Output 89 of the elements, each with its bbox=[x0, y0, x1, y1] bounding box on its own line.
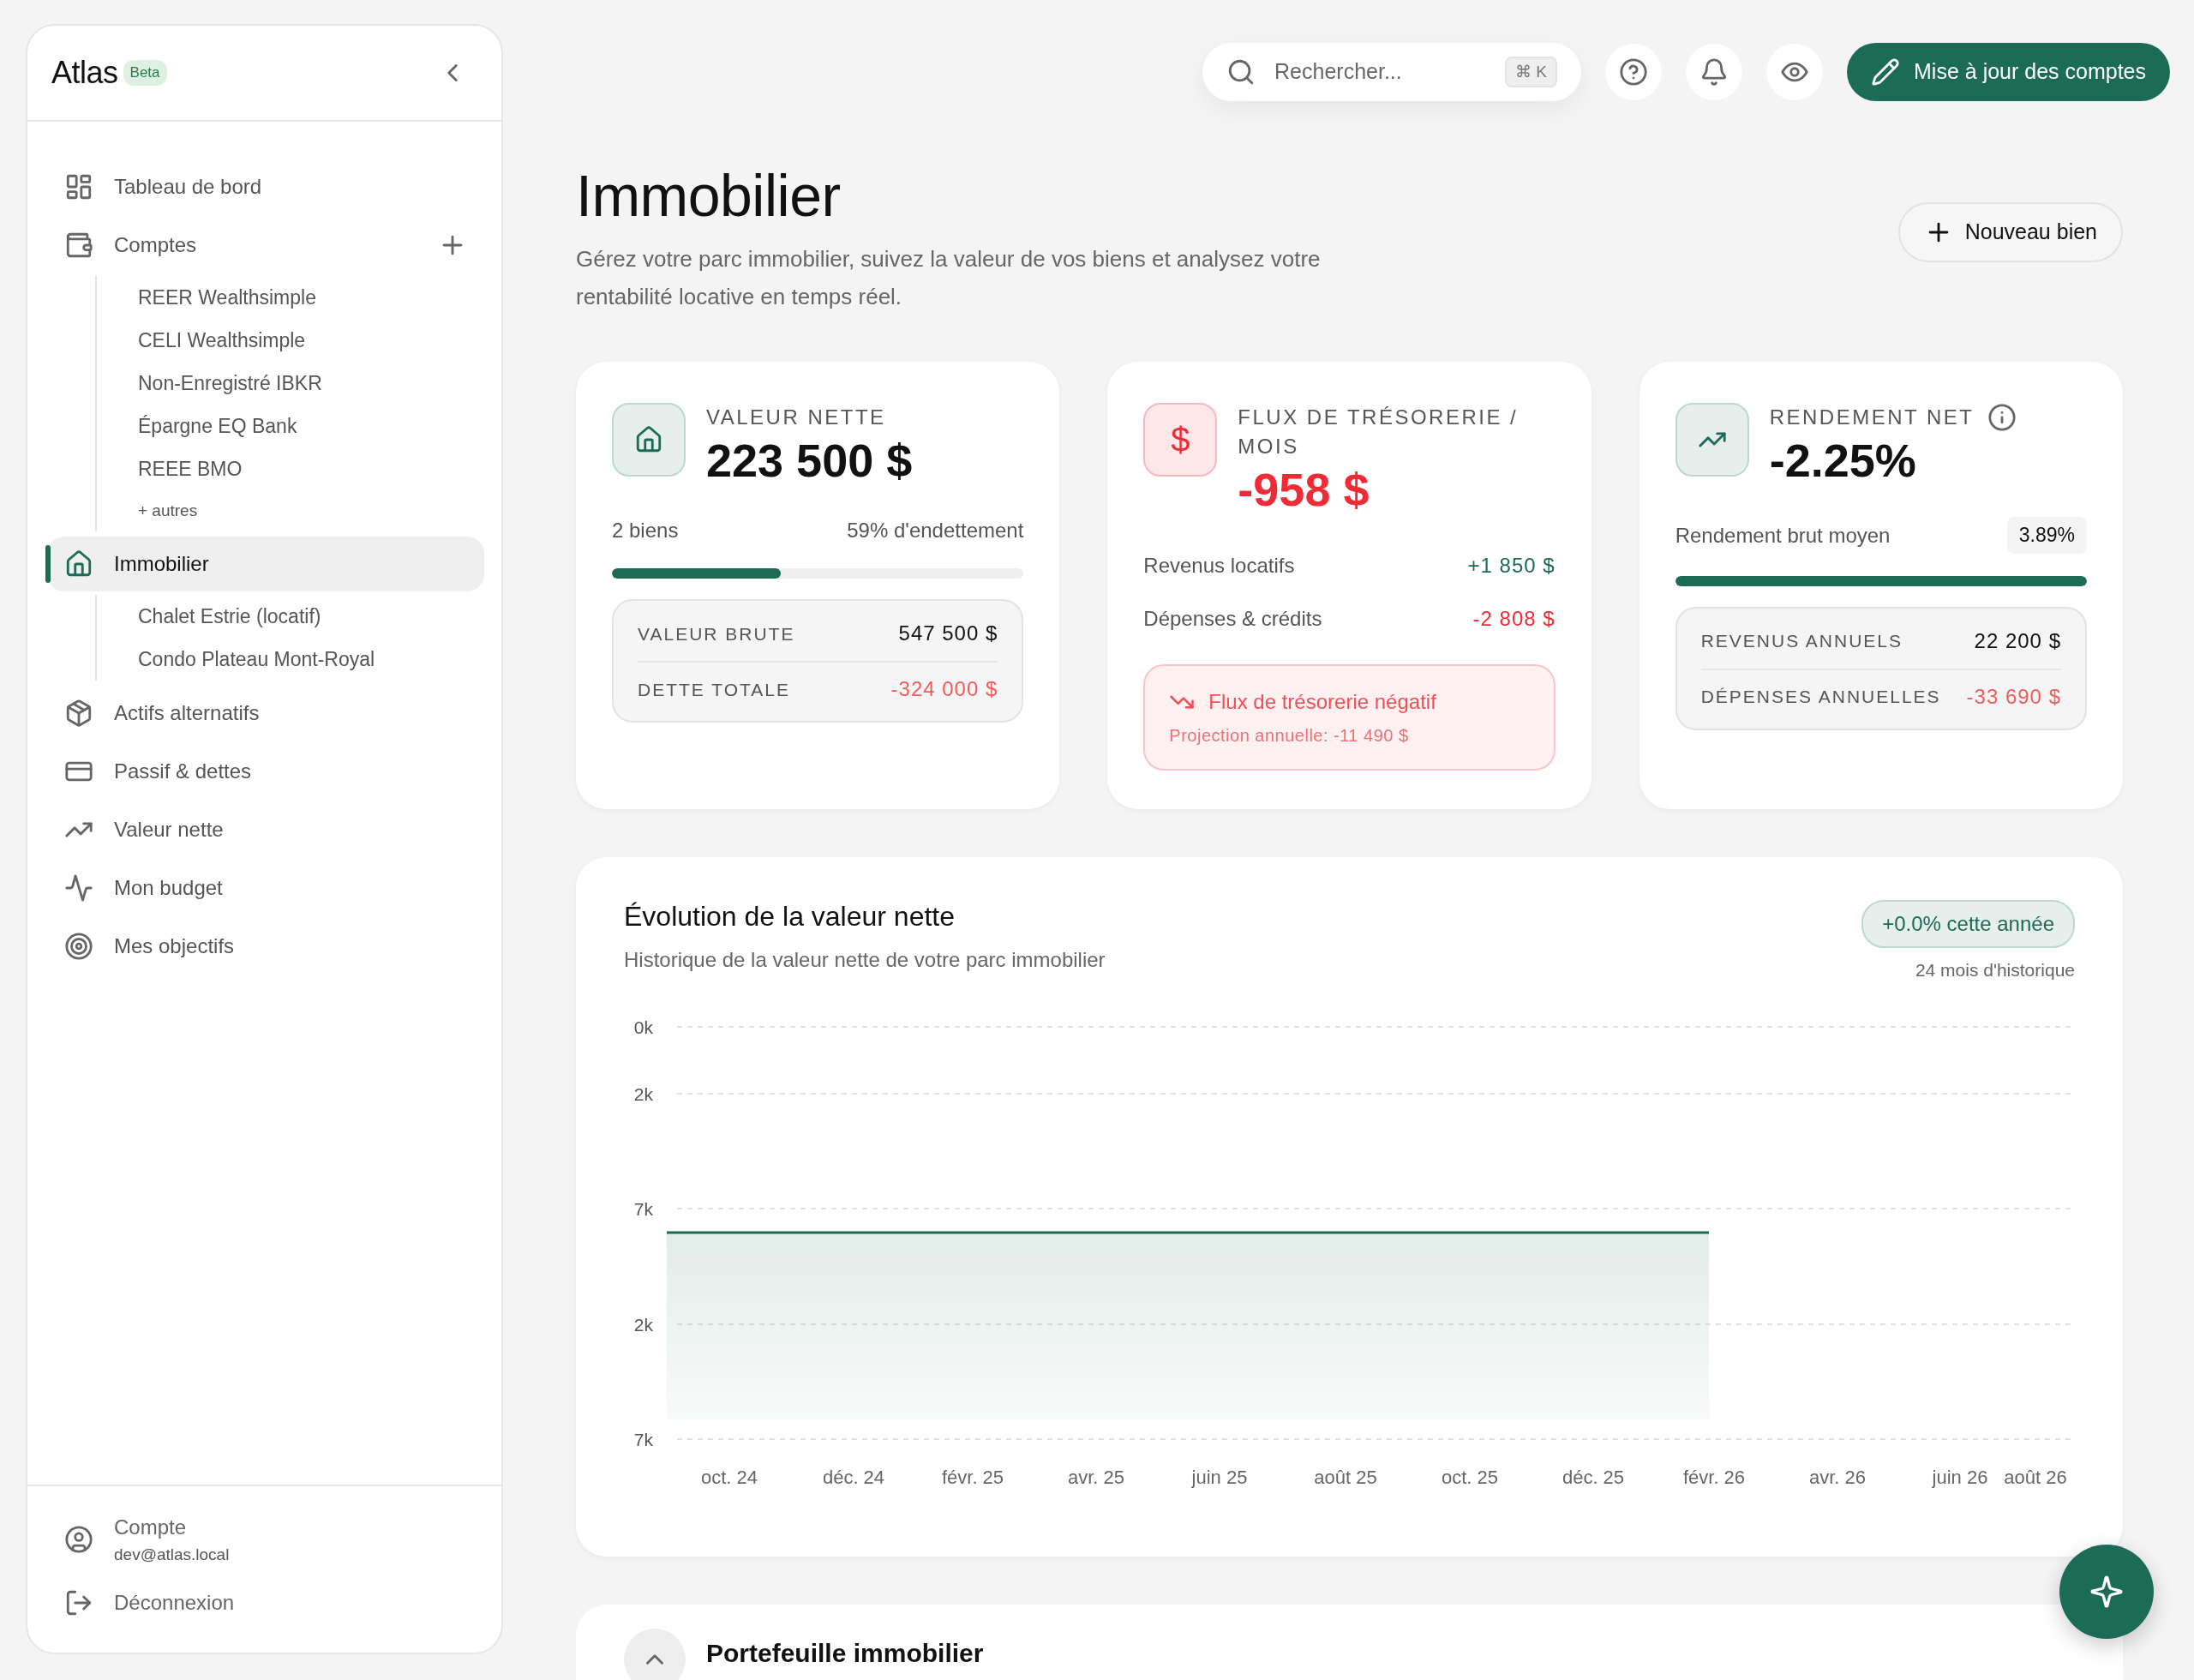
nav-item[interactable]: Mon budget bbox=[47, 861, 484, 915]
logout-link[interactable]: Déconnexion bbox=[114, 1587, 235, 1618]
gross-yield-label: Rendement brut moyen bbox=[1675, 522, 1891, 549]
more-link[interactable]: + autres bbox=[138, 498, 198, 524]
breakdown-value: -33 690 $ bbox=[1966, 683, 2061, 710]
breakdown-label: DETTE TOTALE bbox=[638, 678, 791, 701]
axis-label: 0k bbox=[633, 1017, 653, 1037]
sparkle-icon bbox=[2089, 1575, 2124, 1609]
pulse-icon bbox=[64, 873, 93, 903]
stat-value: 223 500 $ bbox=[706, 435, 913, 487]
axis-label: juin 25 bbox=[1191, 1466, 1248, 1488]
nav-item[interactable]: Comptes bbox=[47, 218, 484, 273]
account-email: dev@atlas.local bbox=[114, 1544, 230, 1565]
new-property-button[interactable]: Nouveau bien bbox=[1897, 202, 2123, 262]
app-logo: Atlas bbox=[51, 54, 118, 92]
chart-subtitle: Historique de la valeur nette de votre parc immobilier bbox=[624, 947, 1106, 974]
growth-tag: +0.0% cette année bbox=[1861, 900, 2075, 948]
debt-ratio: 59% d'endettement bbox=[847, 518, 1024, 544]
breakdown-value: 547 500 $ bbox=[898, 621, 998, 647]
alert-title: Flux de trésorerie négatif bbox=[1208, 689, 1436, 716]
axis-label: 7k bbox=[633, 1429, 653, 1449]
user-circle-icon bbox=[64, 1524, 93, 1554]
axis-label: août 26 bbox=[2004, 1466, 2067, 1488]
collapse-toggle[interactable] bbox=[624, 1629, 686, 1680]
wallet-icon bbox=[64, 231, 93, 260]
search-input[interactable]: Rechercher... bbox=[1273, 55, 1489, 89]
grid-icon bbox=[64, 172, 93, 201]
help-icon bbox=[1619, 57, 1649, 87]
box-icon bbox=[64, 699, 93, 728]
breakdown-value: -324 000 $ bbox=[890, 676, 998, 703]
flow-label: Dépenses & crédits bbox=[1143, 606, 1322, 633]
axis-label: 2k bbox=[633, 1083, 653, 1104]
target-icon bbox=[64, 932, 93, 961]
house-icon bbox=[634, 425, 663, 454]
breakdown-label: REVENUS ANNUELS bbox=[1700, 630, 1903, 653]
sub-nav-item[interactable]: Chalet Estrie (locatif) bbox=[138, 601, 321, 632]
nav-item[interactable]: Valeur nette bbox=[47, 802, 484, 857]
history-note: 24 mois d'historique bbox=[1915, 959, 2075, 981]
axis-label: 2k bbox=[633, 1314, 653, 1335]
gross-yield-value: 3.89% bbox=[2006, 517, 2087, 554]
update-accounts-button[interactable]: Mise à jour des comptes bbox=[1847, 43, 2170, 101]
stat-label: RENDEMENT NET bbox=[1769, 405, 1975, 430]
stat-value: -2.25% bbox=[1769, 435, 1917, 487]
axis-label: avr. 26 bbox=[1809, 1466, 1866, 1488]
sub-nav-item[interactable]: REEE BMO bbox=[138, 453, 243, 484]
stat-label: FLUX DE TRÉSORERIE / MOIS bbox=[1238, 405, 1520, 459]
nav-item[interactable]: Tableau de bord bbox=[47, 159, 484, 214]
nav-item[interactable]: Mes objectifs bbox=[47, 919, 484, 974]
nav-item[interactable]: Passif & dettes bbox=[47, 744, 484, 799]
sub-nav-item[interactable]: Épargne EQ Bank bbox=[138, 411, 297, 441]
axis-label: 7k bbox=[633, 1198, 653, 1219]
info-icon bbox=[1987, 403, 2017, 432]
axis-label: févr. 26 bbox=[1682, 1466, 1746, 1488]
breakdown-value: 22 200 $ bbox=[1974, 627, 2061, 654]
flow-value: -2 808 $ bbox=[1472, 606, 1556, 633]
account-link[interactable]: Compte bbox=[114, 1511, 230, 1543]
axis-label: août 25 bbox=[1314, 1466, 1377, 1488]
search-bar[interactable]: Rechercher... ⌘ K bbox=[1202, 43, 1582, 101]
page-subtitle: Gérez votre parc immobilier, suivez la valeur de vos biens et analysez votre rentabilité locative en temps réel. bbox=[576, 245, 1322, 311]
shortcut-hint: ⌘ K bbox=[1505, 56, 1558, 88]
axis-label: févr. 25 bbox=[941, 1466, 1004, 1488]
axis-label: déc. 25 bbox=[1562, 1466, 1625, 1488]
sub-nav-item[interactable]: Condo Plateau Mont-Royal bbox=[138, 644, 375, 675]
axis-label: juin 26 bbox=[1932, 1466, 1988, 1488]
section-title: Portefeuille immobilier bbox=[706, 1641, 984, 1666]
axis-label: déc. 24 bbox=[822, 1466, 885, 1488]
logout-icon bbox=[64, 1588, 93, 1617]
breakdown-label: DÉPENSES ANNUELLES bbox=[1700, 686, 1941, 709]
sub-nav-item[interactable]: REER Wealthsimple bbox=[138, 282, 316, 313]
pencil-icon bbox=[1871, 57, 1901, 87]
house-icon bbox=[64, 549, 93, 579]
dollar-icon: $ bbox=[1143, 403, 1218, 477]
alert-detail: Projection annuelle: -11 490 $ bbox=[1169, 725, 1410, 747]
sub-nav-item[interactable]: Non-Enregistré IBKR bbox=[138, 368, 322, 399]
sub-nav-item[interactable]: CELI Wealthsimple bbox=[138, 325, 306, 356]
axis-label: avr. 25 bbox=[1068, 1466, 1124, 1488]
breakdown-label: VALEUR BRUTE bbox=[638, 622, 795, 645]
axis-label: oct. 24 bbox=[701, 1466, 758, 1488]
chart-title: Évolution de la valeur nette bbox=[624, 900, 956, 933]
page-title: Immobilier bbox=[576, 166, 842, 225]
nav-item[interactable]: Immobilier bbox=[47, 537, 484, 591]
beta-tag: Beta bbox=[123, 60, 167, 86]
axis-label: oct. 25 bbox=[1442, 1466, 1498, 1488]
flow-label: Revenus locatifs bbox=[1143, 553, 1295, 579]
flow-value: +1 850 $ bbox=[1467, 553, 1556, 579]
stat-label: VALEUR NETTE bbox=[706, 405, 886, 430]
property-count: 2 biens bbox=[612, 518, 679, 544]
nav-item[interactable]: Actifs alternatifs bbox=[47, 686, 484, 741]
stat-value: -958 $ bbox=[1238, 465, 1370, 516]
